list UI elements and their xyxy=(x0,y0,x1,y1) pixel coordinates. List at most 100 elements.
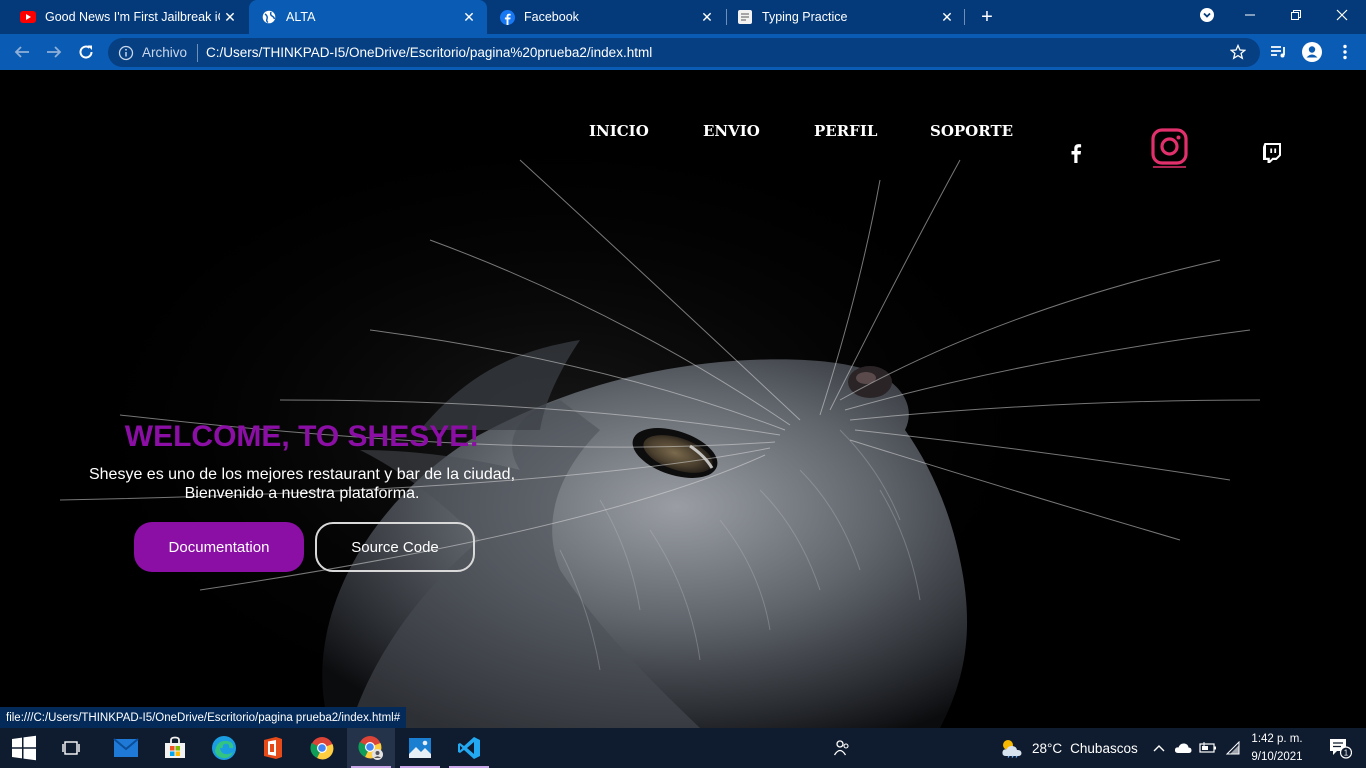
hero-description: Shesye es uno de los mejores restaurant … xyxy=(50,465,554,503)
reload-button[interactable] xyxy=(72,38,100,66)
task-view-button[interactable] xyxy=(48,728,96,768)
restore-button[interactable] xyxy=(1273,0,1319,30)
weather-widget[interactable]: 28°C Chubascos xyxy=(1000,728,1138,768)
weather-cloud-sun-icon xyxy=(1002,740,1022,758)
close-window-button[interactable] xyxy=(1319,0,1365,30)
wifi-icon xyxy=(1225,741,1240,755)
reload-icon xyxy=(79,45,93,59)
wifi-tray-icon[interactable] xyxy=(1222,728,1244,768)
tab-divider xyxy=(964,9,965,25)
nav-link-inicio[interactable]: INICIO xyxy=(589,122,649,140)
avatar-icon xyxy=(1302,42,1322,62)
weather-condition: Chubascos xyxy=(1070,740,1138,756)
close-tab-icon[interactable]: ✕ xyxy=(220,7,240,27)
profile-button[interactable] xyxy=(1300,40,1324,64)
browser-toolbar: Archivo C:/Users/THINKPAD-I5/OneDrive/Es… xyxy=(0,34,1366,70)
chevron-up-icon xyxy=(1153,745,1165,752)
site-info-chip[interactable]: Archivo xyxy=(142,45,187,60)
battery-icon xyxy=(1199,742,1216,753)
notification-icon: 1 xyxy=(1330,739,1352,759)
documentation-button[interactable]: Documentation xyxy=(134,522,304,572)
minimize-icon xyxy=(1245,14,1255,16)
taskbar-edge[interactable] xyxy=(200,728,248,768)
vscode-icon xyxy=(458,737,480,759)
taskbar-office[interactable] xyxy=(249,728,297,768)
show-hidden-icons-button[interactable] xyxy=(1150,728,1168,768)
tab-title: Typing Practice xyxy=(762,10,848,24)
restore-icon xyxy=(1291,10,1301,20)
tab-title: Facebook xyxy=(524,10,579,24)
tab-alta[interactable]: ALTA ✕ xyxy=(249,0,487,34)
photos-icon xyxy=(409,738,431,758)
address-bar[interactable]: Archivo C:/Users/THINKPAD-I5/OneDrive/Es… xyxy=(108,38,1260,67)
media-control-button[interactable] xyxy=(1267,40,1291,64)
hero-title: WELCOME, TO SHESYE! xyxy=(124,420,480,453)
start-button[interactable] xyxy=(0,728,48,768)
new-tab-button[interactable]: + xyxy=(976,5,998,29)
action-center-button[interactable]: 1 xyxy=(1318,728,1362,768)
chrome-icon xyxy=(310,737,334,760)
globe-icon xyxy=(261,9,277,25)
arrow-right-icon xyxy=(47,46,62,58)
info-icon xyxy=(118,45,134,60)
nav-link-perfil[interactable]: PERFIL xyxy=(814,122,877,140)
taskbar-chrome-profile[interactable] xyxy=(347,728,395,768)
playlist-icon xyxy=(1271,46,1285,58)
hero-line-1: Shesye es uno de los mejores restaurant … xyxy=(88,466,516,483)
tab-typing-practice[interactable]: Typing Practice ✕ xyxy=(725,0,965,34)
tab-title: ALTA xyxy=(286,10,316,24)
web-page: INICIO ENVIO PERFIL SOPORTE WELCOME, TO … xyxy=(0,70,1366,728)
arrow-left-icon xyxy=(14,46,29,58)
weather-temp: 28°C xyxy=(1032,740,1063,756)
clock-date: 9/10/2021 xyxy=(1251,751,1303,763)
taskbar-chrome[interactable] xyxy=(298,728,346,768)
close-tab-icon[interactable]: ✕ xyxy=(937,7,957,27)
forward-button[interactable] xyxy=(40,38,68,66)
facebook-icon[interactable] xyxy=(1066,142,1086,169)
chrome-profile-icon xyxy=(358,736,383,760)
taskbar-vscode[interactable] xyxy=(445,728,493,768)
taskbar-clock[interactable]: 1:42 p. m. 9/10/2021 xyxy=(1244,730,1310,766)
windows-logo-icon xyxy=(12,735,36,761)
cloud-icon xyxy=(1174,743,1192,753)
hero-line-2: Bienvenido a nuestra plataforma. xyxy=(184,485,420,502)
back-button[interactable] xyxy=(8,38,36,66)
minimize-button[interactable] xyxy=(1227,0,1273,30)
facebook-icon xyxy=(499,9,515,25)
omnibox-divider xyxy=(197,43,199,62)
task-view-icon xyxy=(62,741,80,755)
instagram-icon[interactable] xyxy=(1151,128,1189,173)
clock-time: 1:42 p. m. xyxy=(1251,733,1303,745)
twitch-icon[interactable] xyxy=(1262,142,1282,169)
windows-taskbar: 28°C Chubascos 1:42 p. m. 9/10/2021 1 xyxy=(0,728,1366,768)
bookmark-star-icon[interactable] xyxy=(1230,44,1246,60)
taskbar-store[interactable] xyxy=(151,728,199,768)
tab-search-button[interactable] xyxy=(1184,0,1230,30)
close-icon xyxy=(1336,9,1348,21)
notification-count: 1 xyxy=(1344,749,1349,758)
youtube-icon xyxy=(20,9,36,25)
menu-button[interactable] xyxy=(1333,40,1357,64)
taskbar-photos[interactable] xyxy=(396,728,444,768)
tab-title: Good News I'm First Jailbreak iOS xyxy=(45,10,220,24)
page-icon xyxy=(737,9,753,25)
people-icon xyxy=(833,740,849,756)
close-tab-icon[interactable]: ✕ xyxy=(697,7,717,27)
chevron-down-icon xyxy=(1200,8,1214,22)
close-tab-icon[interactable]: ✕ xyxy=(459,7,479,27)
tab-facebook[interactable]: Facebook ✕ xyxy=(487,0,725,34)
more-vert-icon xyxy=(1343,44,1347,60)
url-text[interactable]: C:/Users/THINKPAD-I5/OneDrive/Escritorio… xyxy=(206,45,652,60)
source-code-button[interactable]: Source Code xyxy=(315,522,475,572)
onedrive-tray-icon[interactable] xyxy=(1172,728,1194,768)
taskbar-mail[interactable] xyxy=(102,728,150,768)
nav-link-soporte[interactable]: SOPORTE xyxy=(930,122,1013,140)
tab-youtube[interactable]: Good News I'm First Jailbreak iOS ✕ xyxy=(8,0,248,34)
nav-link-envio[interactable]: ENVIO xyxy=(703,122,760,140)
tab-strip: Good News I'm First Jailbreak iOS ✕ ALTA… xyxy=(0,0,1366,34)
people-button[interactable] xyxy=(830,728,854,768)
mail-icon xyxy=(113,738,139,757)
tab-divider xyxy=(726,9,727,25)
status-url-bubble: file:///C:/Users/THINKPAD-I5/OneDrive/Es… xyxy=(0,707,407,728)
battery-tray-icon[interactable] xyxy=(1197,728,1219,768)
